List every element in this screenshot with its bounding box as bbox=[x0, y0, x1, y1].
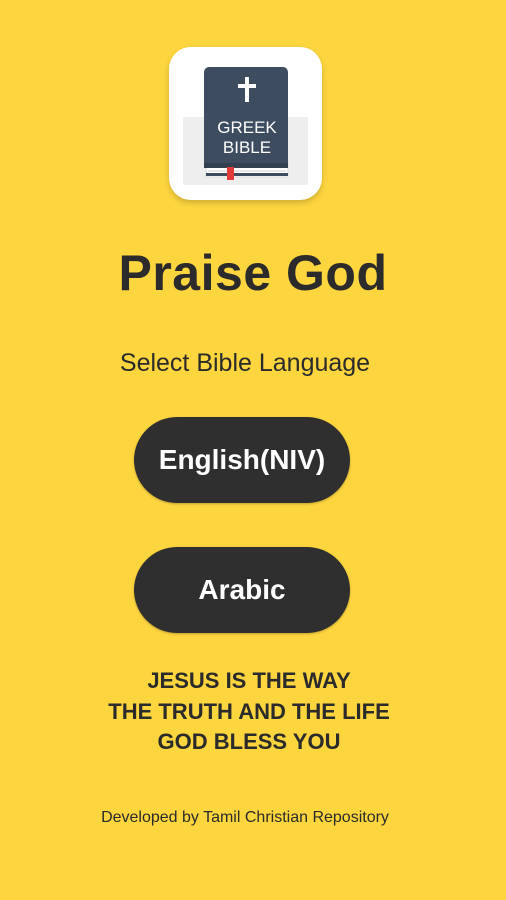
verse-line-1: JESUS IS THE WAY bbox=[147, 668, 351, 693]
arabic-button[interactable]: Arabic bbox=[134, 547, 350, 633]
greek-bible-book-icon: GREEK BIBLE bbox=[183, 67, 308, 185]
app-title: Praise God bbox=[118, 245, 388, 301]
language-select-screen: GREEK BIBLE Praise God Select Bible Lang… bbox=[0, 0, 506, 900]
icon-text-bible: BIBLE bbox=[223, 138, 271, 157]
select-language-label: Select Bible Language bbox=[119, 349, 371, 377]
app-logo: GREEK BIBLE bbox=[169, 47, 322, 200]
icon-text-greek: GREEK bbox=[217, 118, 277, 137]
verse-line-2: THE TRUTH AND THE LIFE bbox=[108, 698, 390, 724]
english-niv-button[interactable]: English(NIV) bbox=[134, 417, 350, 503]
verse-line-3: GOD BLESS YOU bbox=[157, 729, 341, 754]
verse-text: JESUS IS THE WAY THE TRUTH AND THE LIFE … bbox=[0, 666, 498, 758]
developer-credit: Developed by Tamil Christian Repository bbox=[101, 809, 389, 826]
